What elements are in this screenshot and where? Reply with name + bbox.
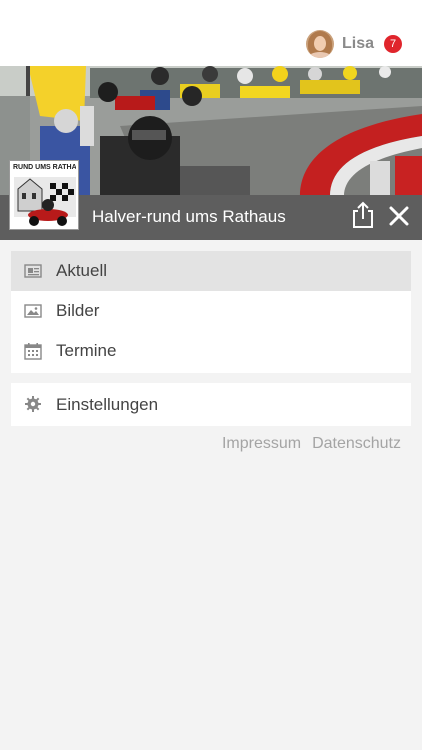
club-logo: RUND UMS RATHAUS xyxy=(9,160,79,230)
club-title: Halver-rund ums Rathaus xyxy=(92,207,286,226)
username[interactable]: Lisa xyxy=(342,35,374,53)
club-header: RUND UMS RATHAUS Halver-rund ums Rathaus xyxy=(0,66,422,240)
gear-icon xyxy=(25,396,41,412)
calendar-icon xyxy=(24,343,42,360)
close-icon[interactable] xyxy=(388,205,410,227)
menu-item-label: Einstellungen xyxy=(56,394,159,414)
club-logo-image xyxy=(10,161,78,229)
top-bar: Lisa 7 xyxy=(0,0,422,66)
user-profile[interactable]: Lisa 7 xyxy=(305,29,402,59)
app-screen: Lisa 7 RUND UMS RATHA Halver-rund ums Ra… xyxy=(0,0,422,750)
datenschutz-link[interactable]: Datenschutz xyxy=(312,435,401,453)
menu-item-label: Bilder xyxy=(56,301,100,320)
menu-item-bilder[interactable]: Bilder xyxy=(11,291,411,331)
footer-links: Impressum Datenschutz xyxy=(222,435,401,453)
impressum-link[interactable]: Impressum xyxy=(222,435,301,453)
club-logo-text: RUND UMS RATHAUS xyxy=(13,164,76,171)
settings-card: Einstellungen xyxy=(11,383,411,426)
menu-item-einstellungen[interactable]: Einstellungen xyxy=(11,383,411,426)
newspaper-icon xyxy=(24,264,42,278)
image-icon xyxy=(24,304,42,318)
user-avatar[interactable] xyxy=(305,30,334,58)
share-icon[interactable] xyxy=(350,201,376,229)
menu-item-aktuell[interactable]: Aktuell xyxy=(11,251,411,291)
menu-item-termine[interactable]: Termine xyxy=(11,331,411,371)
menu-item-label: Termine xyxy=(56,341,117,360)
menu-item-label: Aktuell xyxy=(56,261,108,280)
notification-badge[interactable]: 7 xyxy=(384,35,402,53)
menu-list: Aktuell Bilder Termine xyxy=(11,251,411,373)
